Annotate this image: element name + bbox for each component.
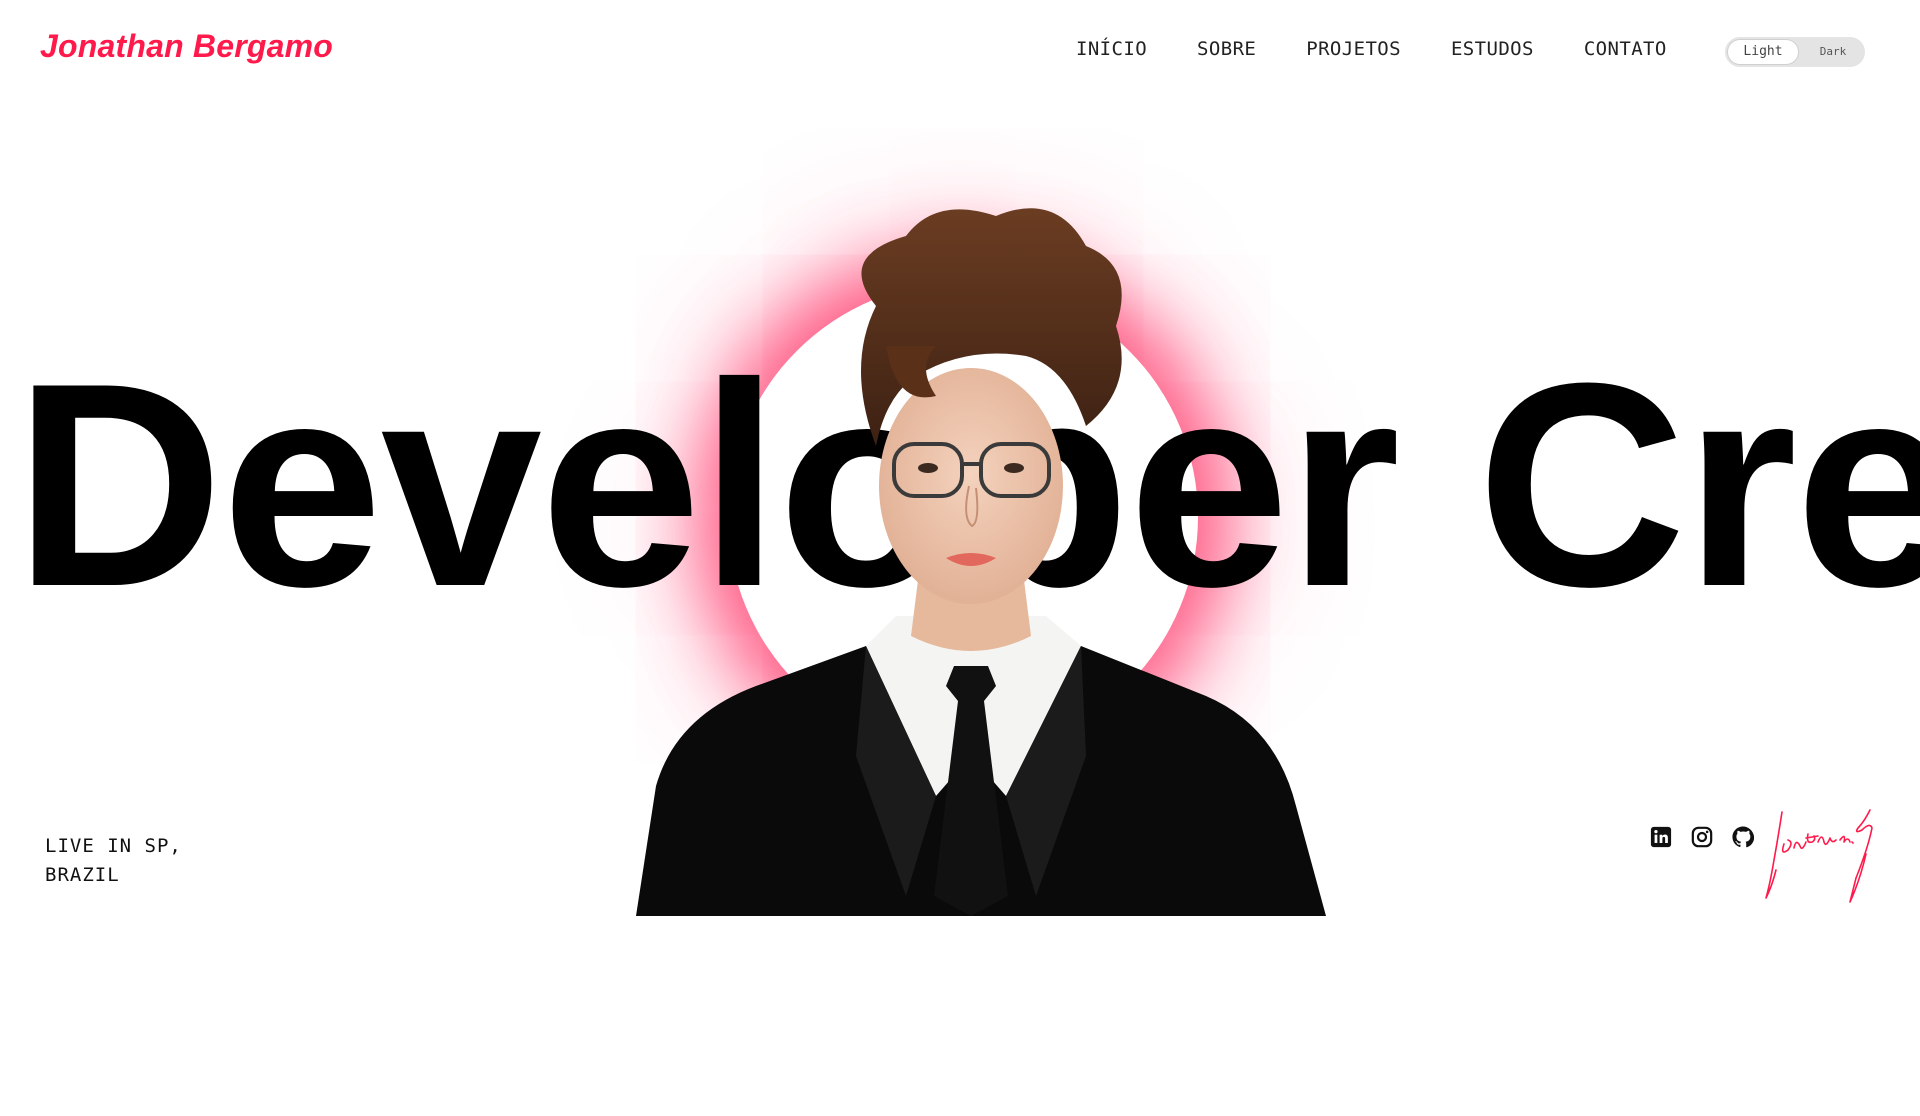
nav-link-sobre[interactable]: SOBRE bbox=[1197, 38, 1256, 60]
theme-option-dark[interactable]: Dark bbox=[1805, 40, 1861, 64]
nav-link-inicio[interactable]: INÍCIO bbox=[1076, 38, 1147, 60]
location-line-2: BRAZIL bbox=[45, 864, 120, 886]
nav-link-contato[interactable]: CONTATO bbox=[1584, 38, 1667, 60]
linkedin-icon[interactable] bbox=[1650, 826, 1672, 848]
theme-option-light[interactable]: Light bbox=[1728, 40, 1798, 64]
main-nav: INÍCIO SOBRE PROJETOS ESTUDOS CONTATO bbox=[1076, 38, 1667, 60]
instagram-icon[interactable] bbox=[1691, 826, 1713, 848]
location-text: LIVE IN SP, BRAZIL bbox=[45, 832, 182, 890]
portrait-image bbox=[636, 208, 1326, 916]
nav-link-projetos[interactable]: PROJETOS bbox=[1306, 38, 1401, 60]
nav-link-estudos[interactable]: ESTUDOS bbox=[1451, 38, 1534, 60]
location-line-1: LIVE IN SP, bbox=[45, 835, 182, 857]
theme-toggle[interactable]: Light Dark bbox=[1725, 37, 1865, 67]
github-icon[interactable] bbox=[1732, 826, 1754, 848]
signature-image bbox=[1765, 809, 1873, 903]
social-links bbox=[1650, 826, 1754, 848]
site-logo[interactable]: Jonathan Bergamo bbox=[40, 28, 333, 65]
